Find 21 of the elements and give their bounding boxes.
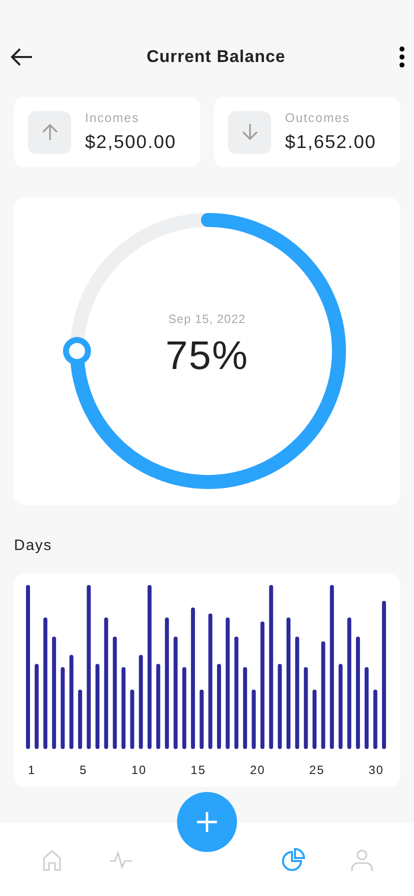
back-icon[interactable] [10,47,34,67]
card-amount: $2,500.00 [85,131,176,153]
more-icon[interactable] [398,46,406,68]
progress-percent: 75% [165,334,249,379]
profile-icon[interactable] [350,848,374,872]
progress-handle[interactable] [63,337,91,365]
card-label: Outcomes [285,111,351,125]
axis-label: 10 [131,763,147,777]
axis-label: 20 [250,763,266,777]
progress-date: Sep 15, 2022 [168,312,246,326]
card-label: Incomes [85,111,140,125]
axis-label: 25 [309,763,325,777]
axis-label: 30 [368,763,384,777]
plus-icon [195,810,219,834]
card-amount: $1,652.00 [285,131,376,153]
section-title: Days [14,537,54,554]
axis-label: 5 [80,763,88,777]
pie-chart-icon[interactable] [281,848,306,872]
page-title: Current Balance [146,47,286,67]
axis-label: 1 [28,763,36,777]
axis-label: 15 [190,763,206,777]
